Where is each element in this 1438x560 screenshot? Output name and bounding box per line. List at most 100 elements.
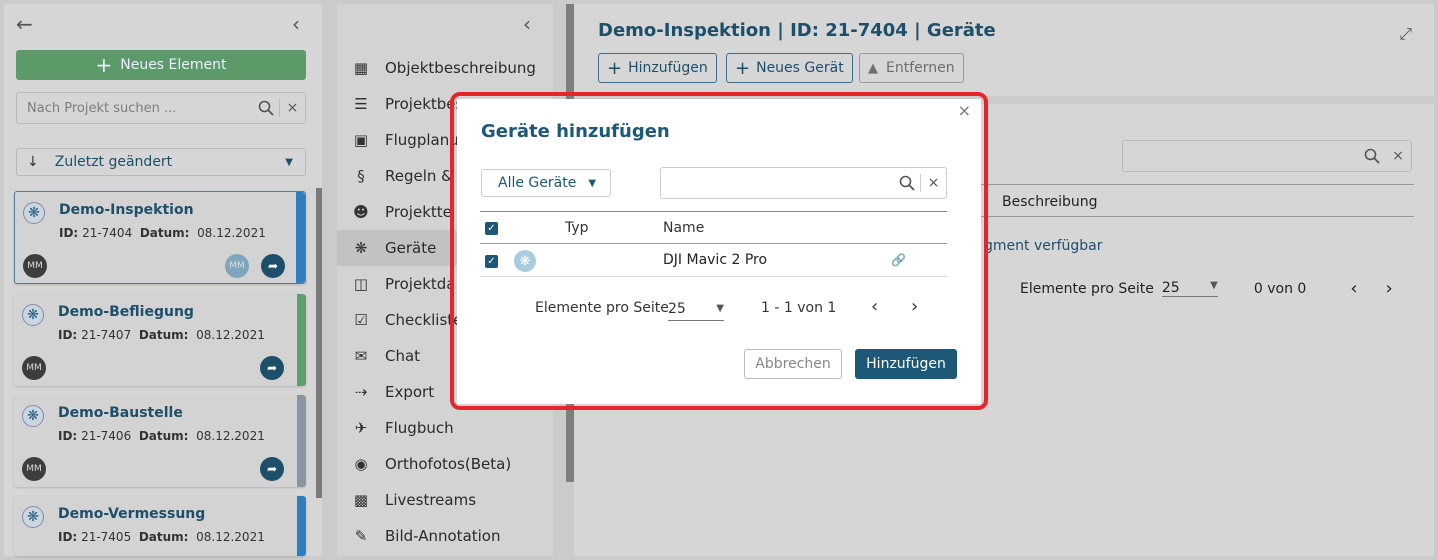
project-title: Demo-Befliegung	[58, 304, 194, 320]
project-color-stripe	[297, 496, 306, 556]
menu-item-flugbuch[interactable]: ✈ Flugbuch	[337, 410, 553, 446]
drone-icon: ❋	[354, 239, 368, 257]
new-element-button[interactable]: + Neues Element	[16, 50, 306, 80]
device-name: DJI Mavic 2 Pro	[663, 252, 768, 268]
search-icon[interactable]	[894, 168, 920, 198]
avatar: MM	[225, 254, 249, 278]
plane-icon: ✈	[354, 419, 368, 437]
column-header-description[interactable]: Beschreibung	[1002, 194, 1098, 210]
paragraph-icon: §	[357, 167, 365, 185]
clear-icon[interactable]: ×	[1385, 141, 1411, 171]
device-filter-dropdown[interactable]: Alle Geräte ▼	[481, 169, 611, 197]
menu-item-orthofotos[interactable]: ◉ Orthofotos(Beta)	[337, 446, 553, 482]
divider	[480, 211, 947, 212]
add-button-label: Hinzufügen	[628, 60, 708, 76]
caret-down-icon: ▼	[1210, 280, 1218, 291]
project-meta: ID: 21-7406 Datum: 08.12.2021	[58, 429, 265, 443]
prev-page-icon[interactable]: ‹	[1350, 278, 1357, 299]
link-icon[interactable]: 🔗	[891, 253, 906, 267]
list-icon: ☰	[354, 95, 368, 113]
share-icon[interactable]: ➦	[260, 356, 284, 380]
avatar: MM	[23, 254, 47, 278]
menu-item-objektbeschreibung[interactable]: ▦ Objektbeschreibung	[337, 50, 553, 86]
drone-icon: ❋	[22, 506, 44, 528]
confirm-add-button[interactable]: Hinzufügen	[855, 349, 957, 379]
caret-down-icon: ▼	[588, 177, 597, 189]
project-title: Demo-Inspektion	[59, 202, 194, 218]
project-meta: ID: 21-7405 Datum: 08.12.2021	[58, 530, 265, 544]
remove-button-label: Entfernen	[886, 60, 955, 76]
dialog-search-input[interactable]	[661, 175, 894, 191]
column-header-type[interactable]: Typ	[565, 220, 589, 236]
project-card[interactable]: ❋ Demo-Vermessung ID: 21-7405 Datum: 08.…	[14, 496, 306, 556]
project-search-input[interactable]	[17, 100, 253, 116]
share-icon[interactable]: ➦	[261, 254, 285, 278]
avatar: MM	[22, 457, 46, 481]
data-icon: ◫	[353, 275, 369, 293]
annotate-icon: ✎	[354, 527, 368, 545]
plus-icon: +	[735, 57, 751, 79]
remove-button[interactable]: ▲ Entfernen	[859, 53, 964, 83]
search-icon[interactable]	[1359, 141, 1385, 171]
per-page-label: Elemente pro Seite	[1020, 280, 1154, 297]
menu-item-bild-annotation[interactable]: ✎ Bild-Annotation	[337, 518, 553, 554]
collapse-sidebar-icon[interactable]: ‹	[292, 12, 300, 36]
camera-icon: ◉	[354, 455, 368, 473]
range-label: 0 von 0	[1253, 280, 1307, 297]
fullscreen-icon[interactable]: ⤢	[1399, 24, 1412, 44]
project-card[interactable]: ❋ Demo-Befliegung ID: 21-7407 Datum: 08.…	[14, 294, 306, 386]
trash-icon: ▲	[868, 60, 878, 76]
users-icon: ☻	[353, 203, 369, 221]
new-element-label: Neues Element	[120, 57, 227, 73]
next-page-icon[interactable]: ›	[911, 296, 918, 317]
clipboard-icon: ☑	[354, 311, 368, 329]
dialog-title: Geräte hinzufügen	[481, 121, 670, 142]
sort-dropdown[interactable]: ↓ Zuletzt geändert ▼	[16, 148, 306, 176]
range-label: 1 - 1 von 1	[761, 300, 837, 316]
back-arrow-icon[interactable]: ←	[16, 12, 33, 36]
plus-icon: +	[95, 53, 113, 77]
divider	[480, 276, 947, 277]
main-header: Demo-Inspektion | ID: 21-7404 | Geräte ⤢…	[574, 4, 1434, 96]
sidebar-scrollbar[interactable]	[316, 188, 322, 498]
clear-icon[interactable]: ×	[920, 174, 946, 192]
page-title: Demo-Inspektion | ID: 21-7404 | Geräte	[598, 20, 996, 41]
divider	[480, 243, 947, 244]
menu-item-livestreams[interactable]: ▩ Livestreams	[337, 482, 553, 518]
dialog-search: ×	[660, 167, 947, 199]
project-color-stripe	[297, 395, 306, 487]
project-card[interactable]: ❋ Demo-Baustelle ID: 21-7406 Datum: 08.1…	[14, 395, 306, 487]
prev-page-icon[interactable]: ‹	[871, 296, 878, 317]
add-devices-dialog: × Geräte hinzufügen Alle Geräte ▼ × ✓ Ty…	[457, 99, 981, 404]
plus-icon: +	[607, 57, 623, 79]
per-page-select[interactable]: 25 ▼	[1161, 280, 1218, 297]
next-page-icon[interactable]: ›	[1386, 278, 1393, 299]
add-button[interactable]: + Hinzufügen	[598, 53, 717, 83]
share-icon[interactable]: ➦	[260, 457, 284, 481]
new-device-label: Neues Gerät	[756, 60, 844, 76]
map-icon: ▣	[353, 131, 369, 149]
caret-down-icon: ▼	[285, 156, 293, 168]
close-icon[interactable]: ×	[958, 101, 971, 120]
new-device-button[interactable]: + Neues Gerät	[726, 53, 853, 83]
column-header-name[interactable]: Name	[663, 220, 704, 236]
row-checkbox[interactable]: ✓	[485, 255, 498, 268]
clear-icon[interactable]: ×	[279, 99, 305, 117]
filter-label: Alle Geräte	[498, 175, 577, 191]
per-page-label: Elemente pro Seite	[535, 300, 669, 316]
project-search: ×	[16, 92, 306, 124]
select-all-checkbox[interactable]: ✓	[485, 222, 498, 235]
project-color-stripe	[296, 192, 305, 283]
empty-state-text: gment verfügbar	[984, 238, 1103, 254]
project-card[interactable]: ❋ Demo-Inspektion ID: 21-7404 Datum: 08.…	[14, 191, 306, 284]
project-sidebar: ← ‹ + Neues Element × ↓ Zuletzt geändert…	[4, 4, 322, 556]
cancel-button[interactable]: Abbrechen	[744, 349, 842, 379]
device-search[interactable]: ×	[1122, 140, 1412, 172]
collapse-menu-icon[interactable]: ‹	[523, 12, 531, 36]
project-meta: ID: 21-7407 Datum: 08.12.2021	[58, 328, 265, 342]
sort-arrow-down-icon: ↓	[27, 154, 39, 170]
drone-icon: ❋	[23, 202, 45, 224]
paginator: Elemente pro Seite 25 ▼ 0 von 0 ‹ ›	[1020, 278, 1393, 299]
search-icon[interactable]	[253, 93, 279, 123]
per-page-select[interactable]: 25 ▼	[668, 297, 724, 321]
